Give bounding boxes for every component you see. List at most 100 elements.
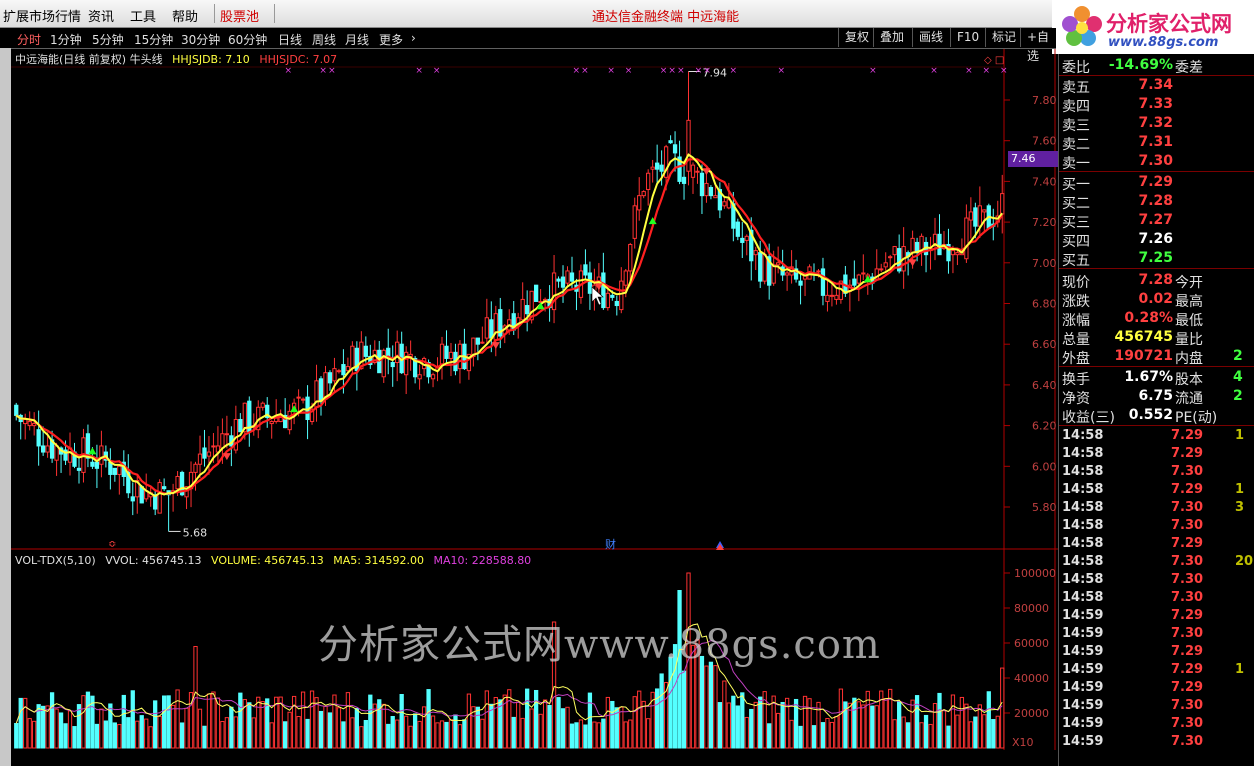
volume-bar [345, 692, 351, 749]
stat-label: 外盘 [1062, 351, 1090, 367]
stat-label: 现价 [1062, 275, 1090, 291]
stat-label2: 最高 [1175, 294, 1203, 310]
candle-body [820, 268, 826, 296]
volume-bar [157, 715, 162, 749]
stat-value: 456745 [1114, 329, 1173, 345]
candle-body [628, 243, 633, 272]
volume-bar [417, 720, 422, 749]
volume-bar [977, 704, 982, 749]
tick-price: 7.30 [1171, 626, 1204, 641]
volume-bar [309, 690, 315, 749]
bid-price: 7.26 [1138, 231, 1173, 247]
ask-label: 卖三 [1062, 118, 1090, 134]
stat-label: 收益(三) [1062, 410, 1115, 426]
tick-row: 14:59 7.30 [1059, 733, 1254, 751]
candle-body [776, 262, 781, 266]
candle-body [829, 294, 835, 297]
signal-x-marker: × [607, 66, 615, 76]
tick-volume: 1 [1235, 428, 1245, 443]
candle-body [704, 182, 709, 197]
volume-bar [825, 718, 830, 749]
volume-bar [170, 704, 176, 749]
candle-body [982, 209, 987, 213]
candle-body [937, 233, 942, 256]
volume-bar [574, 722, 579, 749]
tick-time: 14:58 [1062, 428, 1104, 443]
stat-label: 涨幅 [1062, 313, 1090, 329]
volume-bar [583, 724, 588, 749]
candle-body [395, 341, 400, 364]
signal-x-marker: × [625, 66, 633, 76]
candle-body [619, 280, 624, 311]
candle-body [444, 345, 449, 359]
volume-bar [341, 721, 346, 749]
ask-price: 7.31 [1138, 134, 1173, 150]
candle-body [713, 195, 718, 199]
volume-bar [126, 717, 131, 749]
volume-bar [305, 718, 310, 749]
ask-row: 卖四 7.33 [1059, 95, 1254, 115]
chart-title: 中远海能(日线 前复权) 牛头线 [15, 53, 163, 66]
volume-bar [735, 705, 740, 749]
volume-unit-label: X10 [1012, 736, 1034, 749]
volume-bar [587, 692, 593, 749]
volume-bar [713, 665, 718, 749]
tick-time: 14:58 [1062, 464, 1104, 479]
volume-bar [704, 665, 709, 749]
ma5-value: MA5: 314592.00 [333, 554, 424, 567]
candle-body [350, 345, 355, 370]
candle-body [341, 364, 346, 376]
candle-body [762, 254, 767, 282]
candle-body [1000, 193, 1005, 215]
candle-body [332, 368, 337, 382]
volume-bar [404, 715, 409, 749]
volume-bar [610, 700, 615, 749]
price-tick-label: 6.80 [1032, 298, 1057, 311]
volume-bar [81, 695, 86, 749]
candle-body [556, 278, 561, 282]
candle-body [36, 429, 41, 447]
signal-x-marker: × [581, 66, 589, 76]
flower-logo-icon [1062, 6, 1102, 46]
volume-bar [991, 719, 996, 749]
bid-row: 买四 7.26 [1059, 230, 1254, 250]
signal-x-marker: × [572, 66, 580, 76]
candle-body [390, 362, 395, 368]
volume-bar [955, 714, 960, 749]
tick-time: 14:59 [1062, 662, 1104, 677]
logo-title: 分析家公式网 [1106, 11, 1232, 36]
volume-bar [94, 723, 100, 749]
stat-value: 6.75 [1138, 388, 1173, 404]
candle-body [910, 237, 915, 254]
volume-bar [811, 725, 817, 749]
candle-body [699, 172, 705, 197]
tick-time: 14:58 [1062, 518, 1104, 533]
volume-bar [959, 696, 965, 749]
candle-body [327, 372, 333, 384]
volume-tick-label: 60000 [1014, 637, 1049, 650]
candle-body [695, 170, 700, 173]
volume-bar [484, 690, 489, 749]
candle-body [269, 421, 274, 425]
candle-body [735, 221, 740, 237]
candle-body [448, 351, 454, 359]
candle-body [139, 486, 144, 504]
volume-bar [408, 725, 413, 749]
volume-bar [390, 716, 395, 749]
candle-body [632, 205, 637, 239]
volume-bar [49, 692, 55, 749]
tick-price: 7.30 [1171, 500, 1204, 515]
signal-x-marker: × [695, 66, 703, 76]
volume-bar [717, 702, 723, 749]
candle-body [130, 496, 135, 502]
stat-value2: 4 [1233, 369, 1243, 385]
tick-volume: 3 [1235, 500, 1245, 515]
tick-row: 14:58 7.30 [1059, 571, 1254, 589]
volume-bar [592, 721, 597, 749]
signal-x-marker: × [668, 66, 676, 76]
volume-bar [838, 688, 844, 749]
stat-value: 7.28 [1138, 272, 1173, 288]
volume-bar [32, 720, 37, 749]
signal-x-marker: × [965, 66, 973, 76]
candle-body [964, 217, 969, 260]
